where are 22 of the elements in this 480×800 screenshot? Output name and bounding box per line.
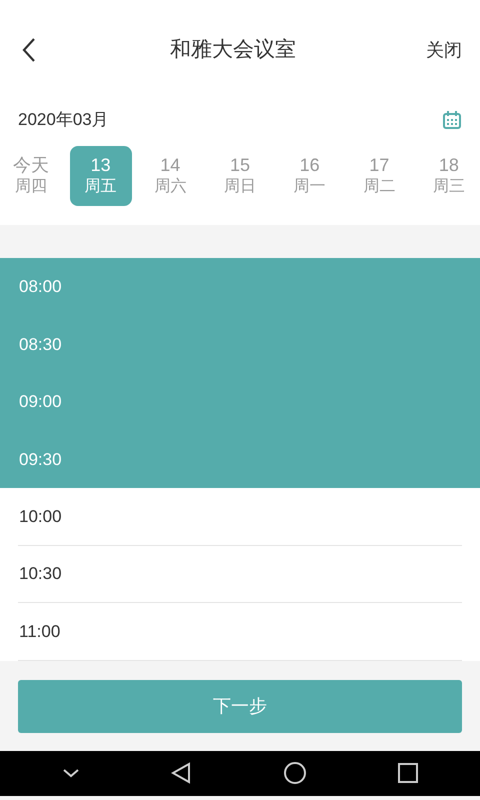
date-tab[interactable]: 15 周日 (208, 146, 271, 206)
time-slot[interactable]: 11:00 (0, 603, 480, 660)
date-tab[interactable]: 17 周二 (348, 146, 410, 206)
recents-nav-icon[interactable] (398, 761, 418, 785)
calendar-icon[interactable] (442, 110, 462, 130)
home-nav-icon[interactable] (282, 760, 307, 786)
month-label: 2020年03月 (18, 109, 109, 132)
date-tab[interactable]: 16 周一 (278, 146, 341, 206)
date-tab[interactable]: 14 周六 (139, 146, 202, 206)
next-step-button[interactable]: 下一步 (18, 680, 462, 732)
date-tab[interactable]: 18 周三 (418, 146, 480, 206)
close-button[interactable]: 关闭 (426, 36, 462, 64)
time-slot[interactable]: 10:00 (0, 488, 480, 546)
back-nav-icon[interactable] (171, 761, 192, 785)
date-tab[interactable]: 13 周五 (70, 146, 132, 206)
time-slot[interactable]: 08:00 (0, 258, 480, 316)
time-slot[interactable]: 09:30 (0, 430, 480, 488)
page-title: 和雅大会议室 (170, 37, 296, 64)
time-slot[interactable]: 10:30 (0, 546, 480, 603)
date-tab[interactable]: 今天 周四 (0, 146, 62, 206)
time-slot[interactable]: 08:30 (0, 316, 480, 373)
time-slot[interactable]: 09:00 (0, 373, 480, 430)
